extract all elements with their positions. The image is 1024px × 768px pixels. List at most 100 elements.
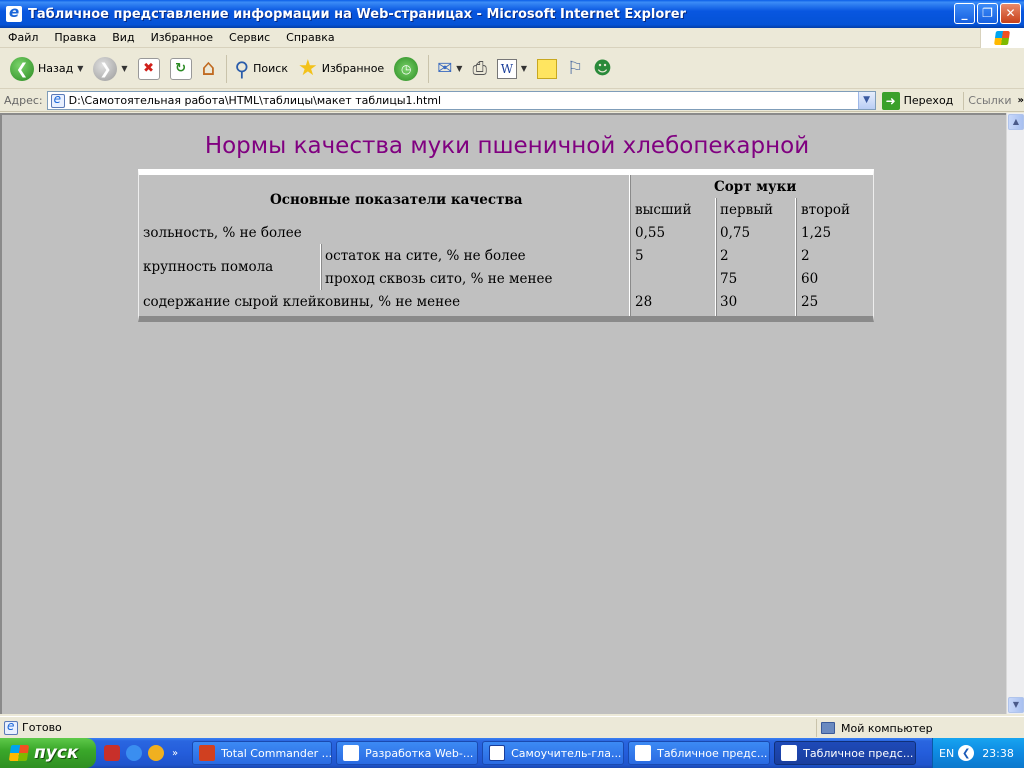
grade-second: второй (801, 202, 850, 218)
address-dropdown-icon[interactable]: ▼ (857, 92, 875, 109)
refresh-button[interactable]: ↻ (166, 54, 196, 84)
windows-flag-icon (8, 745, 30, 761)
quick-launch-ie-icon[interactable] (126, 745, 142, 761)
window-controls: _ ❐ ✕ (954, 3, 1021, 24)
vertical-scrollbar[interactable]: ▲ ▼ (1006, 113, 1024, 714)
title-bar: Табличное представление информации на We… (0, 0, 1024, 28)
security-zone: Мой компьютер (816, 719, 933, 737)
mail-dropdown-icon[interactable]: ▼ (456, 64, 462, 73)
favorites-button[interactable]: ★ Избранное (294, 54, 388, 84)
favorites-label: Избранное (321, 62, 385, 75)
back-label: Назад (38, 62, 74, 75)
history-button[interactable]: ◷ (390, 54, 422, 84)
zone-text: Мой компьютер (841, 721, 933, 735)
back-button[interactable]: ❮ Назад ▼ (6, 54, 87, 84)
row-ash-label: зольность, % не более (143, 225, 302, 241)
history-icon: ◷ (394, 56, 419, 81)
language-indicator[interactable]: EN (939, 747, 954, 760)
taskbar: пуск » Total Commander ... Разработка We… (0, 738, 1024, 768)
main-header: Основные показатели качества (270, 192, 523, 208)
windows-logo-icon (980, 28, 1024, 48)
row-passage-second: 60 (801, 271, 819, 287)
address-input[interactable]: D:\Самотоятельная работа\HTML\таблицы\ма… (69, 94, 849, 107)
edit-button[interactable]: W ▼ (493, 54, 531, 84)
table-divider (795, 198, 797, 316)
ie-page-icon (343, 745, 360, 761)
task-label: Total Commander ... (221, 746, 333, 760)
window-title: Табличное представление информации на We… (28, 6, 686, 22)
refresh-icon: ↻ (169, 57, 192, 80)
taskbar-item-total-commander[interactable]: Total Commander ... (192, 741, 333, 765)
menu-file[interactable]: Файл (0, 31, 46, 44)
search-icon: ⚲ (234, 56, 250, 81)
menu-favorites[interactable]: Избранное (143, 31, 221, 44)
taskbar-item-table-view-2[interactable]: Табличное предс... (774, 741, 917, 765)
toolbar-separator (225, 54, 227, 83)
row-ash-highest: 0,55 (635, 225, 666, 241)
forward-button[interactable]: ❯ ▼ (89, 54, 131, 84)
forward-arrow-icon: ❯ (93, 56, 118, 81)
discuss-button[interactable] (533, 54, 561, 84)
ie-page-icon (635, 745, 652, 761)
grade-highest: высший (635, 202, 692, 218)
table-divider (629, 175, 631, 316)
row-gluten-second: 25 (801, 294, 819, 310)
mail-button[interactable]: ✉ ▼ (433, 54, 466, 84)
minimize-button[interactable]: _ (954, 3, 975, 24)
taskbar-item-table-view-1[interactable]: Табличное предс... (628, 741, 771, 765)
quick-launch-chevron-icon[interactable]: » (172, 748, 178, 759)
task-label: Самоучитель-гла... (511, 746, 622, 760)
toolbar: ❮ Назад ▼ ❯ ▼ ✖ ↻ ⌂ ⚲ Поиск ★ Избранное … (0, 49, 1024, 89)
print-button[interactable]: ⎙ (468, 54, 490, 84)
back-arrow-icon: ❮ (10, 56, 34, 81)
row-residue-label: остаток на сите, % не более (325, 248, 526, 264)
page-icon (50, 92, 65, 108)
messenger-button[interactable]: ☻ (589, 54, 616, 84)
stop-icon: ✖ (137, 57, 160, 80)
links-chevron-icon[interactable]: » (1018, 95, 1024, 106)
menu-help[interactable]: Справка (278, 31, 342, 44)
quick-launch-media-icon[interactable] (148, 745, 164, 761)
start-button[interactable]: пуск (0, 738, 96, 768)
back-dropdown-icon[interactable]: ▼ (77, 64, 83, 73)
row-gluten-highest: 28 (635, 294, 653, 310)
note-icon (537, 58, 558, 79)
task-label: Разработка Web-... (365, 746, 474, 760)
page-status-icon (4, 719, 18, 735)
close-button[interactable]: ✕ (1000, 3, 1021, 24)
menu-edit[interactable]: Правка (46, 31, 104, 44)
menu-tools[interactable]: Сервис (221, 31, 278, 44)
search-label: Поиск (253, 62, 288, 75)
search-button[interactable]: ⚲ Поиск (231, 54, 293, 84)
ie-app-icon[interactable] (6, 3, 22, 22)
status-bar: Готово Мой компьютер (0, 716, 1024, 738)
go-label: Переход (903, 94, 954, 107)
row-passage-label: проход сквозь сито, % не менее (325, 271, 553, 287)
links-button[interactable]: Ссылки (968, 94, 1011, 107)
go-arrow-icon: ➜ (881, 91, 900, 110)
row-ash-first: 0,75 (720, 225, 751, 241)
home-button[interactable]: ⌂ (198, 54, 220, 84)
forward-dropdown-icon[interactable]: ▼ (121, 64, 127, 73)
taskbar-item-web-dev[interactable]: Разработка Web-... (336, 741, 479, 765)
row-residue-highest: 5 (635, 248, 644, 264)
stop-button[interactable]: ✖ (134, 54, 164, 84)
scroll-up-icon[interactable]: ▲ (1008, 114, 1024, 130)
start-label: пуск (34, 743, 79, 763)
tray-expand-icon[interactable]: ❮ (958, 745, 975, 761)
scroll-down-icon[interactable]: ▼ (1008, 697, 1024, 713)
home-icon: ⌂ (201, 56, 216, 81)
edit-dropdown-icon[interactable]: ▼ (521, 64, 527, 73)
menu-view[interactable]: Вид (104, 31, 142, 44)
go-button[interactable]: ➜ Переход (881, 91, 954, 110)
row-ash-second: 1,25 (801, 225, 832, 241)
quick-launch-app-icon[interactable] (104, 745, 120, 761)
research-button[interactable]: ⚐ (563, 54, 587, 84)
address-field[interactable]: D:\Самотоятельная работа\HTML\таблицы\ма… (46, 91, 876, 110)
row-passage-first: 75 (720, 271, 738, 287)
table-divider (320, 244, 322, 290)
system-tray: EN ❮ 23:38 (932, 738, 1024, 768)
research-icon: ⚐ (567, 58, 584, 79)
maximize-button[interactable]: ❐ (977, 3, 998, 24)
taskbar-item-word-doc[interactable]: Самоучитель-гла... (482, 741, 625, 765)
